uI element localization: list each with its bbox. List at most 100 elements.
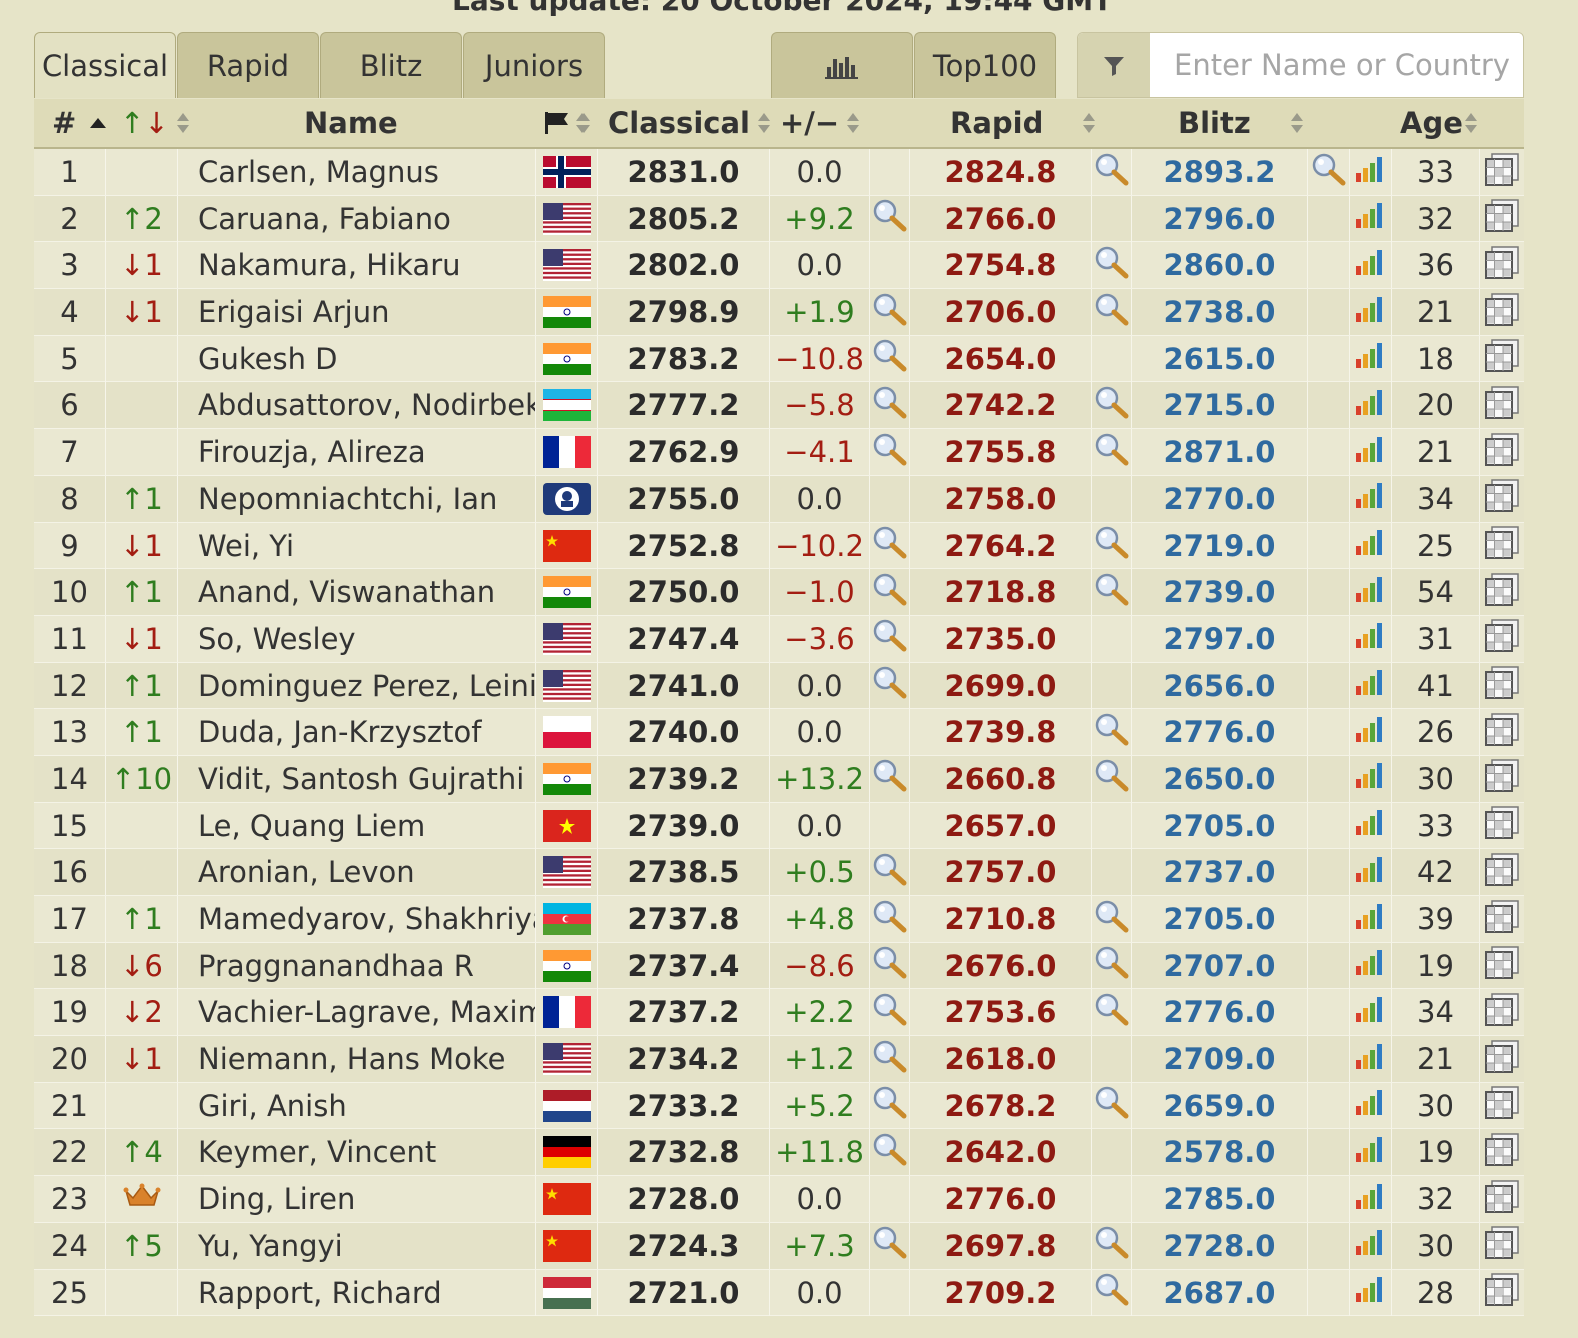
chessboard-icon[interactable]: [1484, 338, 1520, 379]
rapid-games-cell[interactable]: [1092, 1222, 1132, 1269]
player-name-link[interactable]: Niemann, Hans Moke: [178, 1036, 536, 1083]
magnifier-icon[interactable]: [1094, 525, 1130, 566]
classical-games-cell[interactable]: [870, 429, 910, 476]
classical-games-cell[interactable]: [870, 989, 910, 1036]
magnifier-icon[interactable]: [872, 758, 908, 799]
rating-chart-cell[interactable]: [1350, 289, 1392, 336]
rating-chart-cell[interactable]: [1350, 989, 1392, 1036]
rating-chart-cell[interactable]: [1350, 1129, 1392, 1176]
rating-chart-cell[interactable]: [1350, 195, 1392, 242]
rating-chart-cell[interactable]: [1350, 149, 1392, 195]
chessboard-icon[interactable]: [1484, 245, 1520, 286]
rating-chart-cell[interactable]: [1350, 802, 1392, 849]
games-grid-cell[interactable]: [1480, 336, 1524, 382]
magnifier-icon[interactable]: [1094, 1225, 1130, 1266]
rating-chart-icon[interactable]: [1355, 621, 1387, 656]
rapid-games-cell[interactable]: [1092, 382, 1132, 429]
games-grid-cell[interactable]: [1480, 1223, 1524, 1269]
games-grid-cell[interactable]: [1480, 849, 1524, 895]
player-name-link[interactable]: Carlsen, Magnus: [178, 149, 536, 195]
magnifier-icon[interactable]: [1094, 292, 1130, 333]
rating-chart-cell[interactable]: [1350, 242, 1392, 289]
table-row[interactable]: 9 ↓1 Wei, Yi 2752.8 −10.2 2764.2 2719.0 25: [34, 522, 1524, 570]
table-row[interactable]: 25 Rapport, Richard 2721.0 0.0 2709.2 2687.0 2…: [34, 1269, 1524, 1317]
rating-chart-icon[interactable]: [1355, 528, 1387, 563]
rating-chart-icon[interactable]: [1355, 248, 1387, 283]
chessboard-icon[interactable]: [1484, 899, 1520, 940]
classical-games-cell[interactable]: [870, 615, 910, 662]
magnifier-icon[interactable]: [1094, 899, 1130, 940]
rating-chart-cell[interactable]: [1350, 662, 1392, 709]
rapid-games-cell[interactable]: [1092, 149, 1132, 195]
player-name-link[interactable]: Anand, Viswanathan: [178, 569, 536, 616]
rating-chart-cell[interactable]: [1350, 382, 1392, 429]
table-row[interactable]: 6 Abdusattorov, Nodirbek 2777.2 −5.8 2742.2 2…: [34, 382, 1524, 430]
rating-chart-cell[interactable]: [1350, 755, 1392, 802]
magnifier-icon[interactable]: [872, 992, 908, 1033]
rapid-games-cell[interactable]: [1092, 289, 1132, 336]
games-grid-cell[interactable]: [1480, 242, 1524, 288]
search-input[interactable]: [1150, 33, 1523, 97]
table-row[interactable]: 24 ↑5 Yu, Yangyi 2724.3 +7.3 2697.8 2728.0 30: [34, 1222, 1524, 1270]
rating-chart-cell[interactable]: [1350, 335, 1392, 382]
table-row[interactable]: 8 ↑1 Nepomniachtchi, Ian 2755.0 0.0 2758.0 277…: [34, 475, 1524, 523]
magnifier-icon[interactable]: [872, 852, 908, 893]
table-row[interactable]: 20 ↓1 Niemann, Hans Moke 2734.2 +1.2 2618.0 27…: [34, 1036, 1524, 1083]
player-name-link[interactable]: Dominguez Perez, Leinier: [178, 662, 536, 709]
rating-chart-icon[interactable]: [1355, 995, 1387, 1030]
magnifier-icon[interactable]: [872, 525, 908, 566]
magnifier-icon[interactable]: [1094, 432, 1130, 473]
player-name-link[interactable]: Nakamura, Hikaru: [178, 242, 536, 289]
magnifier-icon[interactable]: [1094, 152, 1130, 193]
games-grid-cell[interactable]: [1480, 1129, 1524, 1175]
col-blitz[interactable]: Blitz: [1178, 99, 1308, 147]
games-grid-cell[interactable]: [1480, 289, 1524, 335]
rating-chart-icon[interactable]: [1355, 668, 1387, 703]
table-row[interactable]: 21 Giri, Anish 2733.2 +5.2 2678.2 2659.0 30: [34, 1082, 1524, 1130]
rapid-games-cell[interactable]: [1092, 989, 1132, 1036]
chessboard-icon[interactable]: [1484, 525, 1520, 566]
rating-chart-cell[interactable]: [1350, 475, 1392, 522]
classical-games-cell[interactable]: [870, 289, 910, 336]
rating-chart-cell[interactable]: [1350, 615, 1392, 662]
rapid-games-cell[interactable]: [1092, 709, 1132, 756]
chessboard-icon[interactable]: [1484, 1132, 1520, 1173]
games-grid-cell[interactable]: [1480, 429, 1524, 475]
player-name-link[interactable]: Abdusattorov, Nodirbek: [178, 382, 536, 429]
magnifier-icon[interactable]: [872, 432, 908, 473]
rating-chart-icon[interactable]: [1355, 1275, 1387, 1310]
col-age[interactable]: Age: [1400, 99, 1490, 147]
chessboard-icon[interactable]: [1484, 1179, 1520, 1220]
player-name-link[interactable]: Nepomniachtchi, Ian: [178, 475, 536, 522]
table-row[interactable]: 3 ↓1 Nakamura, Hikaru 2802.0 0.0 2754.8 2860.0…: [34, 242, 1524, 290]
classical-games-cell[interactable]: [870, 755, 910, 802]
games-grid-cell[interactable]: [1480, 756, 1524, 802]
table-row[interactable]: 17 ↑1 Mamedyarov, Shakhriyar 2737.8 +4.8 2710…: [34, 896, 1524, 943]
player-name-link[interactable]: Gukesh D: [178, 335, 536, 382]
player-name-link[interactable]: Vachier-Lagrave, Maxime: [178, 989, 536, 1036]
classical-games-cell[interactable]: [870, 896, 910, 942]
tab-juniors[interactable]: Juniors: [463, 32, 605, 98]
player-name-link[interactable]: Erigaisi Arjun: [178, 289, 536, 336]
rating-chart-cell[interactable]: [1350, 709, 1392, 756]
magnifier-icon[interactable]: [872, 945, 908, 986]
col-diff[interactable]: +/−: [780, 99, 880, 147]
games-grid-cell[interactable]: [1480, 1036, 1524, 1082]
classical-games-cell[interactable]: [870, 1129, 910, 1176]
chessboard-icon[interactable]: [1484, 1085, 1520, 1126]
classical-games-cell[interactable]: [870, 1222, 910, 1269]
table-row[interactable]: 12 ↑1 Dominguez Perez, Leinier 2741.0 0.0 269…: [34, 662, 1524, 710]
chessboard-icon[interactable]: [1484, 618, 1520, 659]
classical-games-cell[interactable]: [870, 849, 910, 896]
magnifier-icon[interactable]: [1094, 245, 1130, 286]
rating-chart-icon[interactable]: [1355, 808, 1387, 843]
chessboard-icon[interactable]: [1484, 992, 1520, 1033]
rating-chart-cell[interactable]: [1350, 942, 1392, 989]
chessboard-icon[interactable]: [1484, 805, 1520, 846]
rating-chart-icon[interactable]: [1355, 948, 1387, 983]
chessboard-icon[interactable]: [1484, 852, 1520, 893]
rating-chart-cell[interactable]: [1350, 1082, 1392, 1129]
player-name-link[interactable]: Praggnanandhaa R: [178, 942, 536, 989]
games-grid-cell[interactable]: [1480, 989, 1524, 1035]
magnifier-icon[interactable]: [872, 665, 908, 706]
